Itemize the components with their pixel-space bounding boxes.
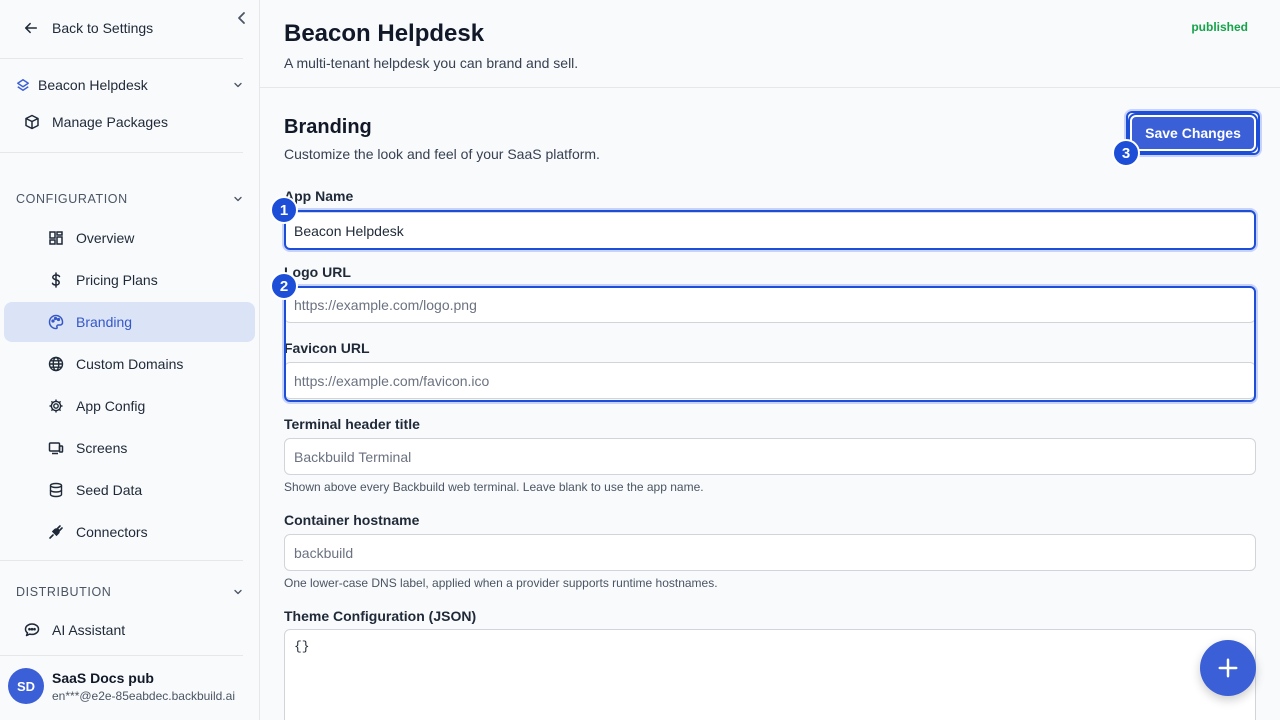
dollar-icon (51, 272, 61, 288)
distribution-section-label: DISTRIBUTION (16, 585, 112, 599)
distribution-section-toggle[interactable]: DISTRIBUTION (16, 585, 244, 599)
configuration-section-label: CONFIGURATION (16, 192, 128, 206)
terminal-title-hint: Shown above every Backbuild web terminal… (284, 480, 704, 494)
back-label: Back to Settings (52, 20, 154, 36)
divider (0, 58, 243, 59)
page-subtitle: A multi-tenant helpdesk you can brand an… (284, 55, 579, 71)
theme-config-textarea[interactable]: {} (284, 629, 1256, 720)
sidebar-item-label: Connectors (76, 524, 148, 540)
sidebar-item-label: App Config (76, 398, 146, 414)
manage-packages-link[interactable]: Manage Packages (24, 114, 168, 130)
sidebar: Back to Settings Beacon Helpdesk Manage … (0, 0, 260, 720)
arrow-left-icon (24, 22, 38, 34)
container-hostname-input[interactable] (284, 534, 1256, 571)
container-hostname-label: Container hostname (284, 512, 420, 528)
configuration-section-toggle[interactable]: CONFIGURATION (16, 192, 244, 206)
sidebar-item-branding[interactable]: Branding (4, 302, 255, 342)
sidebar-item-seed-data[interactable]: Seed Data (4, 470, 255, 510)
page-title: Beacon Helpdesk (284, 20, 485, 47)
dashboard-icon (49, 231, 63, 245)
sidebar-item-label: Custom Domains (76, 356, 184, 372)
screens-icon (48, 442, 64, 455)
sidebar-item-label: Overview (76, 230, 135, 246)
sidebar-item-pricing-plans[interactable]: Pricing Plans (4, 260, 255, 300)
manage-packages-label: Manage Packages (52, 114, 168, 130)
plus-icon (1218, 658, 1238, 678)
globe-icon (48, 356, 64, 372)
chevron-down-icon (234, 589, 242, 595)
chevron-down-icon (234, 82, 242, 88)
gear-icon (49, 399, 63, 413)
package-icon (25, 114, 39, 130)
plug-icon (49, 525, 63, 539)
sidebar-item-label: Screens (76, 440, 128, 456)
divider (0, 655, 243, 656)
project-selector[interactable]: Beacon Helpdesk (16, 76, 244, 94)
collapse-sidebar-icon[interactable] (234, 10, 250, 26)
sidebar-item-label: Seed Data (76, 482, 143, 498)
step-marker-3: 3 (1112, 139, 1140, 167)
back-to-settings-link[interactable]: Back to Settings (24, 20, 153, 36)
user-profile[interactable]: SD SaaS Docs pub en***@e2e-85eabdec.back… (8, 668, 235, 704)
sidebar-item-connectors[interactable]: Connectors (4, 512, 255, 552)
section-subtitle: Customize the look and feel of your SaaS… (284, 146, 600, 162)
logo-url-input[interactable] (284, 286, 1256, 323)
terminal-title-label: Terminal header title (284, 416, 420, 432)
theme-config-label: Theme Configuration (JSON) (284, 608, 477, 624)
app-name-input[interactable] (284, 212, 1256, 249)
chat-bubble-icon (24, 623, 40, 637)
sidebar-item-screens[interactable]: Screens (4, 428, 255, 468)
favicon-url-input[interactable] (284, 362, 1256, 399)
project-name: Beacon Helpdesk (38, 77, 148, 93)
sidebar-item-app-config[interactable]: App Config (4, 386, 255, 426)
palette-icon (48, 314, 64, 330)
user-name: SaaS Docs pub (52, 669, 154, 686)
sidebar-item-custom-domains[interactable]: Custom Domains (4, 344, 255, 384)
divider (0, 152, 243, 153)
page-header: Beacon Helpdesk A multi-tenant helpdesk … (260, 0, 1280, 88)
main-content: Beacon Helpdesk A multi-tenant helpdesk … (260, 0, 1280, 720)
status-badge: published (1191, 20, 1248, 34)
divider (0, 560, 243, 561)
section-title: Branding (284, 116, 372, 138)
sidebar-item-label: Pricing Plans (76, 272, 158, 288)
avatar: SD (8, 668, 44, 704)
database-icon (49, 482, 63, 498)
container-hostname-hint: One lower-case DNS label, applied when a… (284, 576, 718, 590)
terminal-title-input[interactable] (284, 438, 1256, 475)
chevron-down-icon (234, 196, 242, 202)
favicon-url-label: Favicon URL (284, 340, 370, 356)
sidebar-item-label: Branding (76, 314, 133, 330)
step-marker-1: 1 (270, 196, 298, 224)
add-fab-button[interactable] (1200, 640, 1256, 696)
sidebar-item-overview[interactable]: Overview (4, 218, 255, 258)
save-changes-button[interactable]: Save Changes (1130, 115, 1256, 151)
ai-assistant-label: AI Assistant (52, 622, 126, 638)
layers-icon (17, 79, 29, 91)
user-email: en***@e2e-85eabdec.backbuild.ai (52, 688, 235, 703)
step-marker-2: 2 (270, 272, 298, 300)
ai-assistant-link[interactable]: AI Assistant (24, 622, 125, 638)
